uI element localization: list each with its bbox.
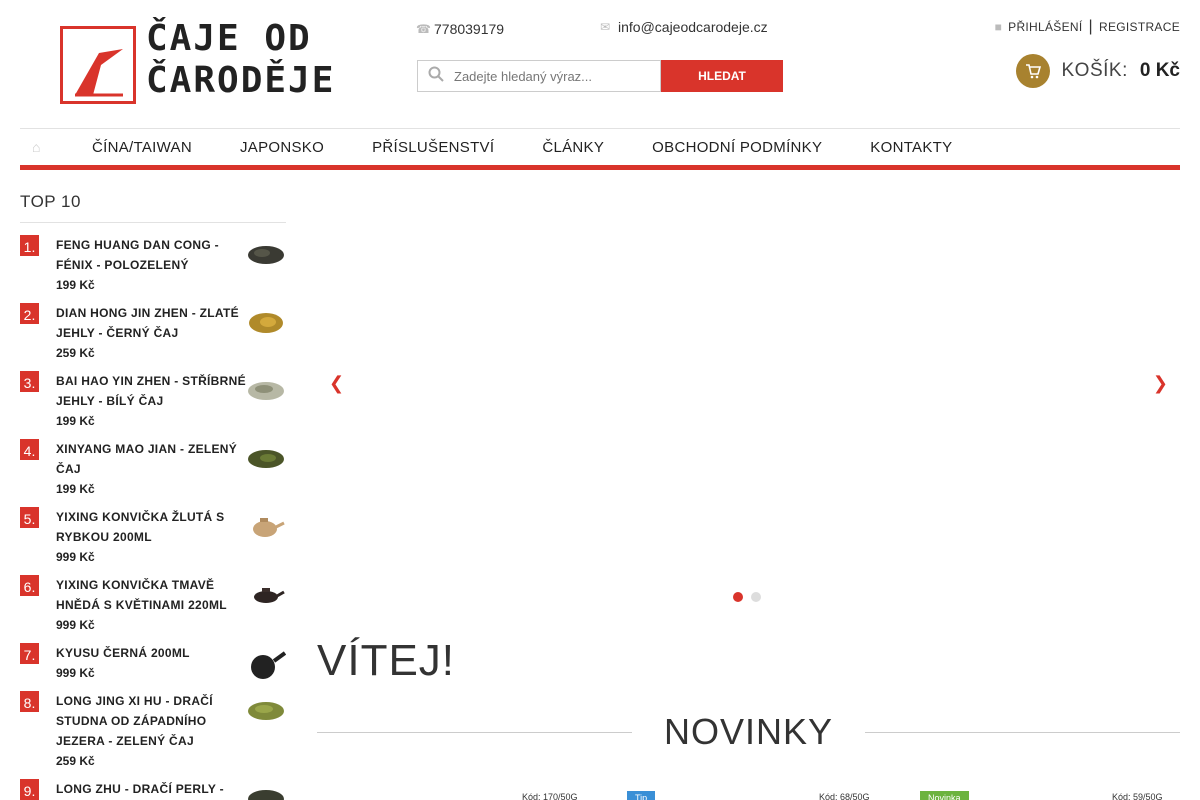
slider-dot-2[interactable] (751, 592, 761, 602)
product-code: Kód: 170/50G (522, 792, 578, 800)
tip-badge: Tip (627, 791, 656, 800)
nav-item-china-taiwan[interactable]: ČÍNA/TAIWAN (92, 139, 192, 156)
product-price: 199 Kč (56, 414, 95, 428)
nav-item-terms[interactable]: OBCHODNÍ PODMÍNKY (652, 139, 822, 156)
top10-sidebar: TOP 10 1. FENG HUANG DAN CONG - FÉNIX - … (20, 190, 286, 800)
email-contact: ✉ info@cajeodcarodeje.cz (600, 19, 768, 35)
top10-list: 1. FENG HUANG DAN CONG - FÉNIX - POLOZEL… (20, 235, 286, 800)
slider-dot-1[interactable] (733, 592, 743, 602)
welcome-heading: VÍTEJ! (317, 636, 456, 685)
user-icon: ■ (994, 20, 1003, 34)
login-link[interactable]: PŘIHLÁŠENÍ (1008, 20, 1082, 34)
product-price: 259 Kč (56, 754, 95, 768)
list-item[interactable]: 8. LONG JING XI HU - DRAČÍ STUDNA OD ZÁP… (20, 691, 286, 779)
phone-number[interactable]: 778039179 (434, 21, 504, 37)
cart-summary[interactable]: KOŠÍK: 0 Kč (1015, 54, 1180, 88)
rank-badge: 5. (20, 507, 39, 528)
account-separator: | (1088, 18, 1093, 35)
list-item[interactable]: 7. KYUSU ČERNÁ 200ML 999 Kč (20, 643, 286, 691)
rank-badge: 2. (20, 303, 39, 324)
product-price: 999 Kč (56, 550, 95, 564)
search-box (417, 60, 661, 92)
product-name[interactable]: XINYANG MAO JIAN - ZELENÝ ČAJ (56, 439, 246, 479)
product-thumbnail[interactable] (246, 691, 286, 725)
product-price: 199 Kč (56, 278, 95, 292)
phone-contact: ☎ 778039179 (416, 21, 504, 37)
divider (317, 731, 632, 733)
email-address[interactable]: info@cajeodcarodeje.cz (618, 19, 768, 35)
nav-item-contacts[interactable]: KONTAKTY (870, 139, 952, 156)
product-name[interactable]: DIAN HONG JIN ZHEN - ZLATÉ JEHLY - ČERNÝ… (56, 303, 246, 343)
product-thumbnail[interactable] (246, 507, 286, 541)
cart-label: KOŠÍK: (1061, 60, 1128, 81)
product-thumbnail[interactable] (246, 235, 286, 269)
slider-dots (733, 592, 761, 602)
list-item[interactable]: 6. YIXING KONVIČKA TMAVĚ HNĚDÁ S KVĚTINA… (20, 575, 286, 643)
rank-badge: 7. (20, 643, 39, 664)
cart-icon[interactable] (1015, 54, 1050, 88)
logo-mark-icon (60, 26, 136, 104)
register-link[interactable]: REGISTRACE (1099, 20, 1180, 34)
search-icon (428, 66, 448, 87)
product-thumbnail[interactable] (246, 439, 286, 473)
product-thumbnail[interactable] (246, 779, 286, 800)
product-thumbnail[interactable] (246, 303, 286, 337)
list-item[interactable]: 4. XINYANG MAO JIAN - ZELENÝ ČAJ 199 Kč (20, 439, 286, 507)
product-price: 999 Kč (56, 618, 95, 632)
product-price: 259 Kč (56, 346, 95, 360)
logo-line-2: ČARODĚJE (146, 60, 336, 101)
rank-badge: 1. (20, 235, 39, 256)
search-button[interactable]: HLEDAT (661, 60, 783, 92)
phone-icon: ☎ (416, 22, 431, 36)
slider-next-icon[interactable]: ❯ (1153, 373, 1168, 394)
list-item[interactable]: 1. FENG HUANG DAN CONG - FÉNIX - POLOZEL… (20, 235, 286, 303)
cart-total: 0 Kč (1139, 60, 1180, 81)
divider (865, 731, 1181, 733)
nav-item-japan[interactable]: JAPONSKO (240, 139, 324, 156)
site-logo[interactable]: ČAJE OD ČARODĚJE (60, 18, 333, 110)
product-thumbnail[interactable] (246, 575, 286, 609)
product-name[interactable]: BAI HAO YIN ZHEN - STŘÍBRNÉ JEHLY - BÍLÝ… (56, 371, 246, 411)
rank-badge: 9. (20, 779, 39, 800)
new-badge: Novinka (920, 791, 969, 800)
product-thumbnail[interactable] (246, 643, 286, 683)
product-name[interactable]: KYUSU ČERNÁ 200ML (56, 643, 246, 663)
product-thumbnail[interactable] (246, 371, 286, 405)
new-products-heading: NOVINKY (317, 710, 1181, 754)
product-name[interactable]: YIXING KONVIČKA TMAVĚ HNĚDÁ S KVĚTINAMI … (56, 575, 246, 615)
search-form: HLEDAT (417, 60, 783, 92)
nav-item-articles[interactable]: ČLÁNKY (542, 139, 604, 156)
hero-slider: ❮ ❯ (317, 190, 1180, 610)
product-name[interactable]: LONG ZHU - DRAČÍ PERLY - (56, 779, 246, 799)
list-item[interactable]: 2. DIAN HONG JIN ZHEN - ZLATÉ JEHLY - ČE… (20, 303, 286, 371)
search-input[interactable] (454, 68, 654, 84)
product-code: Kód: 68/50G (819, 792, 870, 800)
nav-item-accessories[interactable]: PŘÍSLUŠENSTVÍ (372, 139, 494, 156)
list-item[interactable]: 3. BAI HAO YIN ZHEN - STŘÍBRNÉ JEHLY - B… (20, 371, 286, 439)
rank-badge: 6. (20, 575, 39, 596)
rank-badge: 4. (20, 439, 39, 460)
home-icon[interactable]: ⌂ (20, 139, 68, 155)
main-nav: ⌂ ČÍNA/TAIWAN JAPONSKO PŘÍSLUŠENSTVÍ ČLÁ… (20, 128, 1180, 170)
rank-badge: 8. (20, 691, 39, 712)
rank-badge: 3. (20, 371, 39, 392)
product-price: 199 Kč (56, 482, 95, 496)
list-item[interactable]: 9. LONG ZHU - DRAČÍ PERLY - (20, 779, 286, 800)
account-links: ■ PŘIHLÁŠENÍ | REGISTRACE (995, 18, 1180, 36)
logo-line-1: ČAJE OD (146, 18, 312, 59)
section-title: NOVINKY (663, 711, 834, 752)
product-name[interactable]: FENG HUANG DAN CONG - FÉNIX - POLOZELENÝ (56, 235, 246, 275)
slider-prev-icon[interactable]: ❮ (329, 373, 344, 394)
product-name[interactable]: LONG JING XI HU - DRAČÍ STUDNA OD ZÁPADN… (56, 691, 246, 751)
list-item[interactable]: 5. YIXING KONVIČKA ŽLUTÁ S RYBKOU 200ML … (20, 507, 286, 575)
sidebar-title: TOP 10 (20, 190, 286, 223)
product-code: Kód: 59/50G (1112, 792, 1163, 800)
site-header: ČAJE OD ČARODĚJE ☎ 778039179 ✉ info@caje… (0, 0, 1200, 128)
product-price: 999 Kč (56, 666, 95, 680)
envelope-icon: ✉ (600, 20, 611, 34)
logo-text: ČAJE OD ČARODĚJE (146, 18, 335, 102)
product-name[interactable]: YIXING KONVIČKA ŽLUTÁ S RYBKOU 200ML (56, 507, 246, 547)
